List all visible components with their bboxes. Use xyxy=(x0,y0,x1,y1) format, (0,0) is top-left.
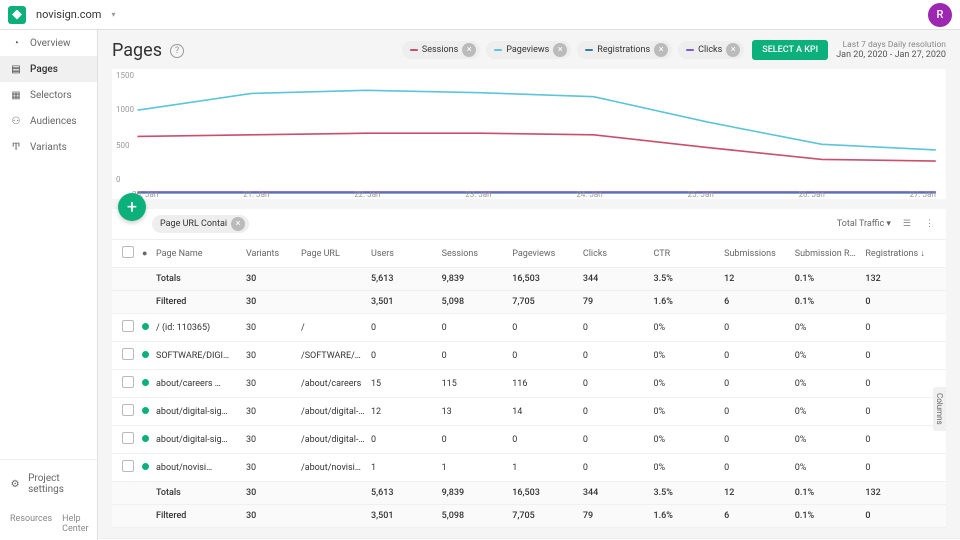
status-dot xyxy=(142,323,149,330)
gear-icon: ⚙ xyxy=(10,478,20,490)
variants-icon: Ͳ xyxy=(10,141,22,153)
status-dot xyxy=(142,407,149,414)
audiences-icon: ⚇ xyxy=(10,115,22,127)
table-section: + Page URL Contai × Total Traffic ▾ ☰ ⋮ … xyxy=(112,209,946,528)
selectors-icon: ▦ xyxy=(10,89,22,101)
select-all-checkbox[interactable] xyxy=(122,246,134,258)
help-link[interactable]: Help Center xyxy=(62,514,88,534)
add-button[interactable]: + xyxy=(118,193,146,221)
close-icon[interactable]: × xyxy=(553,43,567,57)
row-checkbox[interactable] xyxy=(122,376,134,388)
close-icon[interactable]: × xyxy=(462,43,476,57)
status-dot xyxy=(142,463,149,470)
kpi-chip[interactable]: Pageviews× xyxy=(486,41,571,59)
kpi-chip[interactable]: Sessions× xyxy=(402,41,480,59)
table-row: about/novisi…30/about/novisign-logos 111… xyxy=(112,454,946,482)
table-row: Filtered30 3,5015,0987,705 791.6%6 0.1%0 xyxy=(112,505,946,528)
page-title: Pages xyxy=(112,40,162,61)
close-icon[interactable]: × xyxy=(231,217,245,231)
site-dropdown-icon[interactable]: ▾ xyxy=(111,10,115,19)
status-dot xyxy=(142,379,149,386)
overview-icon: ◔ xyxy=(10,37,22,49)
traffic-dropdown[interactable]: Total Traffic ▾ xyxy=(837,219,891,229)
site-name[interactable]: novisign.com xyxy=(36,8,101,21)
row-checkbox[interactable] xyxy=(122,348,134,360)
columns-tab[interactable]: Columns xyxy=(933,387,946,431)
kpi-chip[interactable]: Registrations× xyxy=(577,41,672,59)
avatar[interactable]: R xyxy=(928,3,952,27)
sidebar-item-overview[interactable]: ◔Overview xyxy=(0,30,97,56)
sidebar-item-audiences[interactable]: ⚇Audiences xyxy=(0,108,97,134)
date-range[interactable]: Jan 20, 2020 - Jan 27, 2020 xyxy=(836,50,946,60)
close-icon[interactable]: × xyxy=(654,43,668,57)
row-checkbox[interactable] xyxy=(122,320,134,332)
row-checkbox[interactable] xyxy=(122,460,134,472)
date-meta: Last 7 days Daily resolution xyxy=(836,40,946,50)
select-kpi-button[interactable]: SELECT A KPI xyxy=(752,40,828,60)
app-logo[interactable] xyxy=(8,6,26,24)
more-icon[interactable]: ⋮ xyxy=(923,217,936,231)
filter-icon[interactable]: ☰ xyxy=(901,217,913,231)
main-content: Pages ? Sessions× Pageviews× Registrations… xyxy=(98,30,960,540)
table-row: about/careers …30/about/careers 15115116… xyxy=(112,370,946,398)
sidebar-item-selectors[interactable]: ▦Selectors xyxy=(0,82,97,108)
help-icon[interactable]: ? xyxy=(170,44,184,58)
status-dot xyxy=(142,435,149,442)
row-checkbox[interactable] xyxy=(122,432,134,444)
table-row: Totals30 5,6139,83916,503 3443.5%12 0.1%… xyxy=(112,268,946,291)
kpi-chips: Sessions× Pageviews× Registrations× Clicks× xyxy=(402,41,744,59)
sidebar-item-variants[interactable]: ͲVariants xyxy=(0,134,97,160)
table-row: about/digital-sig…30/about/digital-signa… xyxy=(112,398,946,426)
close-icon[interactable]: × xyxy=(726,43,740,57)
status-dot xyxy=(142,351,149,358)
table-row: Filtered30 3,5015,0987,705 791.6%6 0.1%0 xyxy=(112,291,946,314)
data-table: ● Page NameVariantsPage URL UsersSession… xyxy=(112,239,946,528)
chart: 1500 1000 500 0 20. Jan21. Jan22. Jan23.… xyxy=(112,69,946,199)
table-header: ● Page NameVariantsPage URL UsersSession… xyxy=(112,239,946,268)
table-row: SOFTWARE/DIGI…30/SOFTWARE/DIGITAL-S 000 … xyxy=(112,342,946,370)
sidebar: ◔Overview ▤Pages ▦Selectors ⚇Audiences Ͳ… xyxy=(0,30,98,540)
filter-chip[interactable]: Page URL Contai × xyxy=(152,215,249,233)
table-row: about/digital-sig…30/about/digital-signa… xyxy=(112,426,946,454)
topbar: novisign.com ▾ R xyxy=(0,0,960,30)
row-checkbox[interactable] xyxy=(122,404,134,416)
table-row: / (id: 110365)30/ 000 00%0 0%0 xyxy=(112,314,946,342)
table-row: Totals30 5,6139,83916,503 3443.5%12 0.1%… xyxy=(112,482,946,505)
resources-link[interactable]: Resources xyxy=(10,514,52,534)
sidebar-item-pages[interactable]: ▤Pages xyxy=(0,56,97,82)
pages-icon: ▤ xyxy=(10,63,22,75)
kpi-chip[interactable]: Clicks× xyxy=(678,41,744,59)
sidebar-item-settings[interactable]: ⚙Project settings xyxy=(10,468,87,500)
